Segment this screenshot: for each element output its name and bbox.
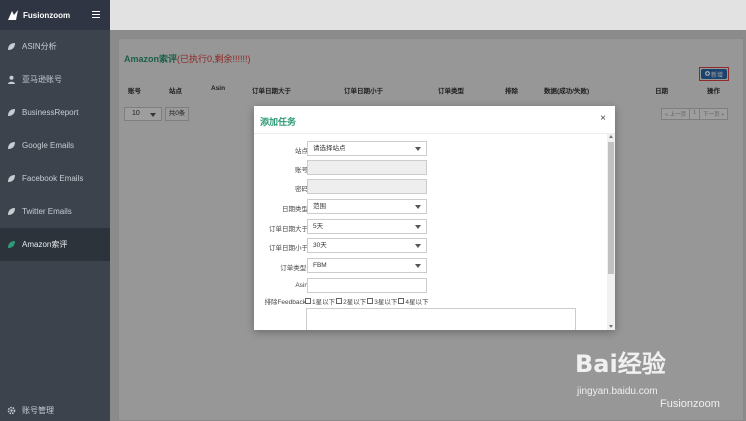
sidebar-item-google-emails[interactable]: Google Emails (0, 129, 110, 162)
sidebar-item-asin-analysis[interactable]: ASIN分析 (0, 30, 110, 63)
scroll-down-arrow-icon[interactable] (609, 325, 613, 328)
user-icon (7, 75, 16, 84)
chevron-down-icon (415, 264, 421, 268)
checkbox-label: 1星以下 (312, 299, 336, 306)
sidebar-item-amazon-account[interactable]: 亚马逊账号 (0, 63, 110, 96)
checkbox-label: 2星以下 (343, 299, 367, 306)
gear-icon (7, 406, 16, 415)
sidebar: ASIN分析 亚马逊账号 BusinessReport Google Email… (0, 30, 110, 421)
modal-scrollbar[interactable] (607, 134, 615, 330)
order-date-lt-value: 30天 (313, 242, 327, 249)
scroll-up-arrow-icon[interactable] (609, 135, 613, 138)
order-type-select[interactable]: FBM (307, 258, 427, 273)
modal-body: 站点 请选择站点 账号 密码 日期类型 范围 订单日期大于 5天 订单日期小于 … (254, 134, 615, 330)
leaf-icon (7, 108, 16, 117)
exclude-2-star-checkbox[interactable]: 2星以下 (336, 296, 366, 306)
order-date-lt-select[interactable]: 30天 (307, 238, 427, 253)
leaf-icon (7, 42, 16, 51)
order-type-value: FBM (313, 262, 327, 269)
exclude-4-star-checkbox[interactable]: 4星以下 (398, 296, 429, 306)
order-type-label: 订单类型: (280, 265, 308, 272)
exclude-3-star-checkbox[interactable]: 3星以下 (367, 296, 397, 306)
brand-header: Fusionzoom (0, 0, 110, 30)
sidebar-item-label: Google Emails (22, 141, 75, 150)
sidebar-item-amazon-review[interactable]: Amazon索评 (0, 228, 110, 261)
checkbox-box[interactable] (305, 298, 311, 304)
menu-toggle-icon[interactable] (92, 11, 100, 18)
sidebar-item-label: ASIN分析 (22, 42, 57, 51)
leaf-icon (7, 174, 16, 183)
sidebar-item-account-management[interactable]: 账号管理 (0, 399, 110, 421)
watermark: Bai经验 jingyan.baidu.com Fusionzoom (575, 342, 745, 417)
baidu-jingyan-logo: Bai经验 (575, 350, 666, 378)
site-label: 站点 (295, 148, 308, 155)
password-input[interactable] (307, 179, 427, 194)
brand-name: Fusionzoom (23, 10, 71, 20)
sidebar-item-label: Amazon索评 (22, 240, 68, 249)
watermark-url: jingyan.baidu.com (577, 386, 658, 397)
sidebar-item-label: BusinessReport (22, 108, 79, 117)
checkbox-box[interactable] (336, 298, 343, 304)
site-select-value: 请选择站点 (313, 145, 346, 152)
sidebar-item-twitter-emails[interactable]: Twitter Emails (0, 195, 110, 228)
chevron-down-icon (415, 244, 421, 248)
chevron-down-icon (415, 147, 421, 151)
password-label: 密码 (295, 186, 308, 193)
site-select[interactable]: 请选择站点 (307, 141, 427, 156)
asin-label: Asin (295, 282, 308, 289)
sidebar-item-label: Twitter Emails (22, 207, 72, 216)
order-date-lt-label: 订单日期小于 (269, 245, 308, 252)
checkbox-label: 3星以下 (374, 299, 398, 306)
close-icon[interactable]: × (600, 113, 606, 124)
exclude-1-star-checkbox[interactable]: 1星以下 (305, 296, 335, 306)
date-type-select[interactable]: 范围 (307, 199, 427, 214)
exclude-feedback-label: 排除Feedback (264, 299, 306, 306)
watermark-user: Fusionzoom (660, 398, 720, 410)
modal-title: 添加任务 (260, 117, 297, 127)
checkbox-label: 4星以下 (405, 299, 429, 306)
sidebar-item-business-report[interactable]: BusinessReport (0, 96, 110, 129)
leaf-icon (7, 207, 16, 216)
sidebar-item-facebook-emails[interactable]: Facebook Emails (0, 162, 110, 195)
fusionzoom-logo-icon (6, 8, 20, 22)
date-type-value: 范围 (313, 203, 326, 210)
date-type-label: 日期类型 (282, 206, 308, 213)
order-date-gt-label: 订单日期大于 (269, 226, 308, 233)
order-date-gt-value: 5天 (313, 223, 324, 230)
leaf-icon (7, 141, 16, 150)
checkbox-box[interactable] (367, 298, 374, 304)
message-textarea[interactable] (306, 308, 576, 330)
chevron-down-icon (415, 205, 421, 209)
chevron-down-icon (415, 225, 421, 229)
exclude-feedback-options: 1星以下 2星以下 3星以下 4星以下 (305, 296, 430, 306)
top-bar (0, 0, 746, 30)
sidebar-item-label: Facebook Emails (22, 174, 84, 183)
account-label: 账号 (295, 167, 308, 174)
sidebar-item-label: 亚马逊账号 (22, 75, 62, 84)
scrollbar-thumb[interactable] (608, 142, 614, 274)
sidebar-item-label: 账号管理 (22, 405, 54, 415)
add-task-modal: 添加任务 × 站点 请选择站点 账号 密码 日期类型 范围 订单日期大于 5天 … (254, 106, 615, 330)
checkbox-box[interactable] (398, 298, 405, 304)
account-input[interactable] (307, 160, 427, 175)
modal-header: 添加任务 × (254, 106, 615, 134)
asin-input[interactable] (307, 278, 427, 293)
leaf-icon (7, 240, 16, 249)
order-date-gt-select[interactable]: 5天 (307, 219, 427, 234)
